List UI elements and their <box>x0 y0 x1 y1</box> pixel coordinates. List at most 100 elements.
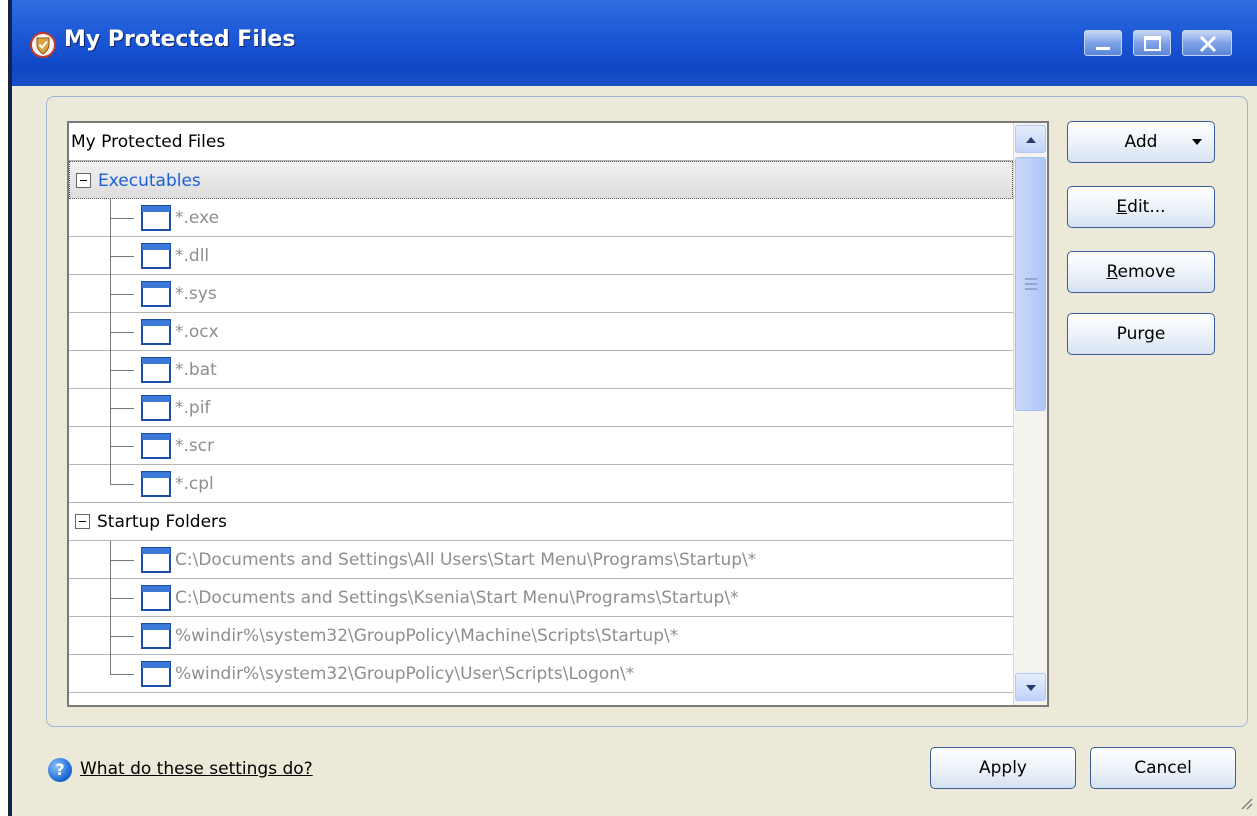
tree-connector-line <box>110 484 134 485</box>
tree-item-label: *.ocx <box>175 322 219 342</box>
add-button-label: Add <box>1124 132 1158 152</box>
tree-root[interactable]: My Protected Files <box>69 123 1013 161</box>
apply-label: Apply <box>979 758 1027 778</box>
dropdown-arrow-icon <box>1192 139 1202 145</box>
tree-item-label: *.dll <box>175 246 210 266</box>
tree-connector-line <box>110 256 134 257</box>
minimize-icon <box>1096 47 1110 50</box>
tree-item-startup-path[interactable]: %windir%\system32\GroupPolicy\Machine\Sc… <box>69 617 1013 655</box>
tree-item-ocx[interactable]: *.ocx <box>69 313 1013 351</box>
maximize-button[interactable] <box>1133 30 1171 56</box>
scroll-up-button[interactable] <box>1015 125 1046 153</box>
tree-item-label: *.sys <box>175 284 217 304</box>
arrow-up-icon <box>1026 137 1036 143</box>
tree-connector-line <box>110 560 134 561</box>
file-window-icon <box>141 623 171 649</box>
scroll-down-button[interactable] <box>1015 673 1046 701</box>
tree-item-label: *.pif <box>175 398 211 418</box>
tree-connector-line <box>110 332 134 333</box>
help-icon-glyph: ? <box>55 760 65 779</box>
add-dropdown-button[interactable]: Add <box>1067 121 1215 163</box>
tree-connector-line <box>110 598 134 599</box>
tree-vertical-scrollbar[interactable] <box>1013 123 1047 705</box>
grip-line <box>1025 288 1037 290</box>
tree-connector-line <box>110 294 134 295</box>
maximize-icon <box>1144 36 1161 51</box>
cancel-button[interactable]: Cancel <box>1090 747 1236 789</box>
tree-item-label: *.bat <box>175 360 217 380</box>
file-window-icon <box>141 471 171 497</box>
tree-item-label: %windir%\system32\GroupPolicy\User\Scrip… <box>175 664 635 684</box>
tree-connector-line <box>110 446 134 447</box>
file-window-icon <box>141 205 171 231</box>
help-link[interactable]: What do these settings do? <box>80 759 313 779</box>
grip-line <box>1025 283 1037 285</box>
minimize-button[interactable] <box>1084 30 1122 56</box>
cancel-label: Cancel <box>1134 758 1192 778</box>
tree-connector-line <box>110 408 134 409</box>
tree-connector-line <box>110 199 111 485</box>
file-window-icon <box>141 281 171 307</box>
tree-item-cpl[interactable]: *.cpl <box>69 465 1013 503</box>
file-window-icon <box>141 357 171 383</box>
tree-item-pif[interactable]: *.pif <box>69 389 1013 427</box>
tree-group-startup-folders[interactable]: Startup Folders <box>69 503 1013 541</box>
collapse-toggle-icon[interactable] <box>76 173 91 188</box>
file-window-icon <box>141 433 171 459</box>
close-icon <box>1199 35 1217 53</box>
dialog-client-area: My Protected Files Executables *.exe *.d… <box>12 86 1257 816</box>
window-title: My Protected Files <box>64 27 296 52</box>
scroll-thumb[interactable] <box>1015 157 1046 411</box>
tree-item-scr[interactable]: *.scr <box>69 427 1013 465</box>
tree-connector-line <box>110 541 111 675</box>
edit-label: dit... <box>1127 197 1166 217</box>
file-window-icon <box>141 243 171 269</box>
tree-connector-line <box>110 674 134 675</box>
tree-item-label: *.cpl <box>175 474 214 494</box>
tree-item-startup-path[interactable]: C:\Documents and Settings\Ksenia\Start M… <box>69 579 1013 617</box>
tree-group-executables[interactable]: Executables <box>69 161 1013 199</box>
close-button[interactable] <box>1182 30 1232 56</box>
title-bar[interactable]: My Protected Files <box>12 0 1257 87</box>
remove-label: emove <box>1117 262 1176 282</box>
arrow-down-icon <box>1026 685 1036 691</box>
file-window-icon <box>141 585 171 611</box>
dialog-window: My Protected Files My Protected Files Ex… <box>10 0 1257 816</box>
remove-button[interactable]: Remove <box>1067 251 1215 293</box>
tree-item-startup-path[interactable]: %windir%\system32\GroupPolicy\User\Scrip… <box>69 655 1013 693</box>
collapse-toggle-icon[interactable] <box>75 514 90 529</box>
tree-item-label: %windir%\system32\GroupPolicy\Machine\Sc… <box>175 626 679 646</box>
remove-mnemonic: R <box>1106 262 1118 282</box>
tree-connector-line <box>110 370 134 371</box>
purge-label: Purge <box>1116 324 1166 344</box>
tree-item-dll[interactable]: *.dll <box>69 237 1013 275</box>
tree-group-label: Executables <box>98 171 201 191</box>
tree-item-label: C:\Documents and Settings\Ksenia\Start M… <box>175 588 739 608</box>
grip-line <box>1025 278 1037 280</box>
tree-group-label: Startup Folders <box>97 512 227 532</box>
help-question-icon[interactable]: ? <box>48 758 72 782</box>
shield-app-icon <box>30 32 56 58</box>
tree-item-label: *.scr <box>175 436 215 456</box>
tree-root-label: My Protected Files <box>71 132 226 152</box>
tree-item-sys[interactable]: *.sys <box>69 275 1013 313</box>
tree-item-startup-path[interactable]: C:\Documents and Settings\All Users\Star… <box>69 541 1013 579</box>
tree-item-label: C:\Documents and Settings\All Users\Star… <box>175 550 757 570</box>
background-window-edge <box>0 0 10 816</box>
protected-files-group: My Protected Files Executables *.exe *.d… <box>46 96 1248 727</box>
tree-connector-line <box>110 636 134 637</box>
apply-button[interactable]: Apply <box>930 747 1076 789</box>
tree-item-exe[interactable]: *.exe <box>69 199 1013 237</box>
tree-item-bat[interactable]: *.bat <box>69 351 1013 389</box>
purge-button[interactable]: Purge <box>1067 313 1215 355</box>
protected-files-tree[interactable]: My Protected Files Executables *.exe *.d… <box>67 121 1049 707</box>
tree-connector-line <box>110 218 134 219</box>
edit-button[interactable]: Edit... <box>1067 186 1215 228</box>
resize-grip-icon[interactable] <box>1239 796 1253 810</box>
file-window-icon <box>141 661 171 687</box>
file-window-icon <box>141 395 171 421</box>
file-window-icon <box>141 547 171 573</box>
file-window-icon <box>141 319 171 345</box>
edit-mnemonic: E <box>1116 197 1128 217</box>
tree-item-label: *.exe <box>175 208 220 228</box>
